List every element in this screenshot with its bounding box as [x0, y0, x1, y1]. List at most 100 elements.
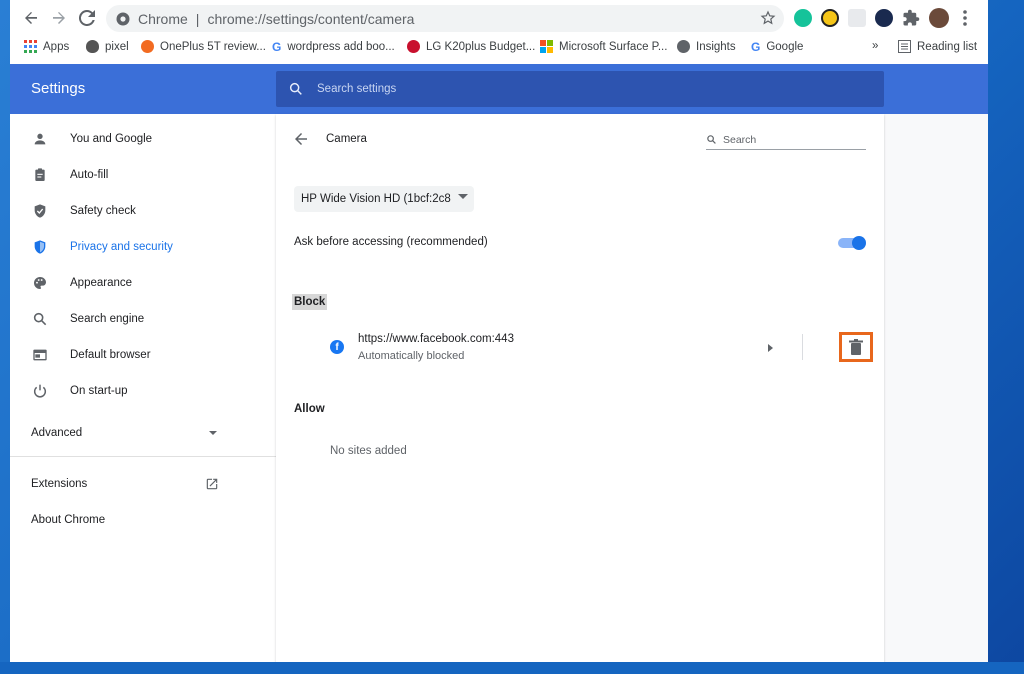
- site-search-placeholder: Search: [723, 133, 757, 146]
- forward-arrow-icon: [53, 12, 65, 24]
- extensions-label: Extensions: [31, 478, 88, 490]
- reading-list-icon: [898, 40, 911, 53]
- settings-search-placeholder: Search settings: [317, 83, 397, 95]
- ask-before-accessing-toggle[interactable]: [838, 236, 866, 250]
- forward-button[interactable]: [44, 3, 74, 33]
- ask-before-accessing-label: Ask before accessing (recommended): [294, 236, 488, 248]
- sidebar-item-about-chrome[interactable]: About Chrome: [31, 508, 261, 532]
- sidebar-item-extensions[interactable]: Extensions: [31, 472, 219, 496]
- sidebar-advanced-toggle[interactable]: Advanced: [31, 421, 217, 445]
- puzzle-extensions-icon[interactable]: [902, 9, 920, 27]
- chevron-right-icon[interactable]: [768, 344, 773, 352]
- extension-icons: [794, 8, 972, 28]
- back-arrow-icon[interactable]: [292, 130, 310, 148]
- more-chevron: »: [872, 40, 879, 52]
- bookmarks-more-button[interactable]: »: [872, 40, 878, 52]
- microsoft-icon: [540, 40, 553, 53]
- row-separator: [802, 334, 803, 360]
- sidebar-item-search-engine[interactable]: Search engine: [30, 307, 260, 331]
- bookmark-label: LG K20plus Budget...: [426, 40, 536, 53]
- bookmark-lg[interactable]: LG K20plus Budget...: [407, 40, 535, 53]
- bookmark-label: Insights: [696, 40, 736, 53]
- norton-icon[interactable]: [821, 9, 839, 27]
- sidebar-item-auto-fill[interactable]: Auto-fill: [30, 163, 260, 187]
- about-chrome-label: About Chrome: [31, 514, 106, 526]
- toggle-thumb: [852, 236, 866, 250]
- sidebar-item-label: Safety check: [70, 205, 136, 217]
- bookmark-apps[interactable]: Apps: [24, 40, 69, 53]
- settings-title: Settings: [31, 80, 86, 97]
- bookmark-google[interactable]: G Google: [751, 40, 803, 54]
- camera-device-select[interactable]: HP Wide Vision HD (1bcf:2c8: [294, 186, 474, 212]
- allow-empty-message: No sites added: [330, 445, 407, 457]
- browser-window: Chrome | chrome://settings/content/camer…: [10, 0, 988, 662]
- globe-icon: [677, 40, 690, 53]
- dropdown-caret-icon: [458, 194, 468, 199]
- sidebar-item-default-browser[interactable]: Default browser: [30, 343, 260, 367]
- facebook-icon: f: [330, 340, 344, 354]
- allow-section-heading: Allow: [294, 403, 325, 415]
- settings-sidebar: You and Google Auto-fill Safety check Pr…: [10, 114, 276, 662]
- camera-device-value: HP Wide Vision HD (1bcf:2c8: [301, 193, 451, 205]
- bookmark-label: Google: [766, 41, 804, 53]
- search-icon: [30, 309, 50, 329]
- bookmark-pixel[interactable]: pixel: [86, 40, 129, 53]
- camera-settings-card: Camera Search HP Wide Vision HD (1bcf:2c…: [276, 114, 884, 662]
- omnibox-url: chrome://settings/content/camera: [207, 10, 415, 27]
- site-search-input[interactable]: Search: [706, 130, 866, 150]
- omnibox-separator: |: [195, 10, 200, 27]
- bookmark-label: pixel: [105, 40, 129, 53]
- page-title: Camera: [326, 133, 367, 145]
- sidebar-item-label: Appearance: [70, 277, 133, 289]
- sidebar-item-appearance[interactable]: Appearance: [30, 271, 260, 295]
- back-arrow-icon: [25, 12, 37, 24]
- blocked-site-url: https://www.facebook.com:443: [358, 333, 514, 345]
- settings-header: Settings Search settings: [10, 64, 988, 114]
- sidebar-item-privacy-and-security[interactable]: Privacy and security: [30, 235, 260, 259]
- clipboard-icon: [30, 165, 50, 185]
- sidebar-divider: [10, 456, 276, 457]
- sidebar-item-label: Search engine: [70, 313, 145, 325]
- bookmark-microsoft[interactable]: Microsoft Surface P...: [540, 40, 667, 53]
- settings-search-input[interactable]: Search settings: [276, 71, 884, 107]
- back-button[interactable]: [16, 3, 46, 33]
- bookmark-insights[interactable]: Insights: [677, 40, 736, 53]
- reading-list-button[interactable]: Reading list: [898, 40, 977, 53]
- blocked-site-status: Automatically blocked: [358, 350, 465, 362]
- bookmark-oneplus[interactable]: OnePlus 5T review...: [141, 40, 266, 53]
- advanced-label: Advanced: [31, 427, 83, 439]
- chrome-site-icon: [116, 12, 130, 25]
- apple-icon: [86, 40, 99, 53]
- omnibox[interactable]: Chrome | chrome://settings/content/camer…: [106, 5, 784, 32]
- sidebar-item-safety-check[interactable]: Safety check: [30, 199, 260, 223]
- reload-icon: [79, 10, 95, 26]
- delete-site-button[interactable]: [839, 332, 873, 362]
- shield-icon: [30, 237, 50, 257]
- person-icon: [30, 129, 50, 149]
- open-in-new-icon: [206, 478, 218, 490]
- palette-icon: [30, 273, 50, 293]
- profile-avatar-icon[interactable]: [929, 8, 949, 28]
- omnibox-scheme: Chrome: [138, 10, 188, 27]
- reload-button[interactable]: [72, 3, 102, 33]
- trash-icon: [849, 339, 863, 355]
- shield-extension-icon[interactable]: [848, 9, 866, 27]
- sidebar-item-label: You and Google: [70, 133, 153, 145]
- sidebar-item-label: Default browser: [70, 349, 151, 361]
- blocked-site-row[interactable]: f https://www.facebook.com:443 Automatic…: [294, 326, 873, 366]
- sidebar-item-you-and-google[interactable]: You and Google: [30, 127, 260, 151]
- chevron-down-icon: [209, 431, 217, 435]
- apps-grid-icon: [24, 40, 37, 53]
- sidebar-item-on-start-up[interactable]: On start-up: [30, 379, 260, 403]
- bookmark-star-icon[interactable]: [760, 10, 776, 26]
- grammarly-icon[interactable]: [794, 9, 812, 27]
- bookmark-label: wordpress add boo...: [287, 41, 395, 53]
- menu-dots-icon[interactable]: [958, 9, 972, 27]
- ip-extension-icon[interactable]: [875, 9, 893, 27]
- bookmarks-bar: Apps pixel OnePlus 5T review... G wordpr…: [10, 36, 988, 62]
- sidebar-item-label: On start-up: [70, 385, 128, 397]
- power-icon: [30, 381, 50, 401]
- bookmark-wordpress[interactable]: G wordpress add boo...: [272, 40, 395, 54]
- shield-check-icon: [30, 201, 50, 221]
- bookmark-label: OnePlus 5T review...: [160, 40, 266, 53]
